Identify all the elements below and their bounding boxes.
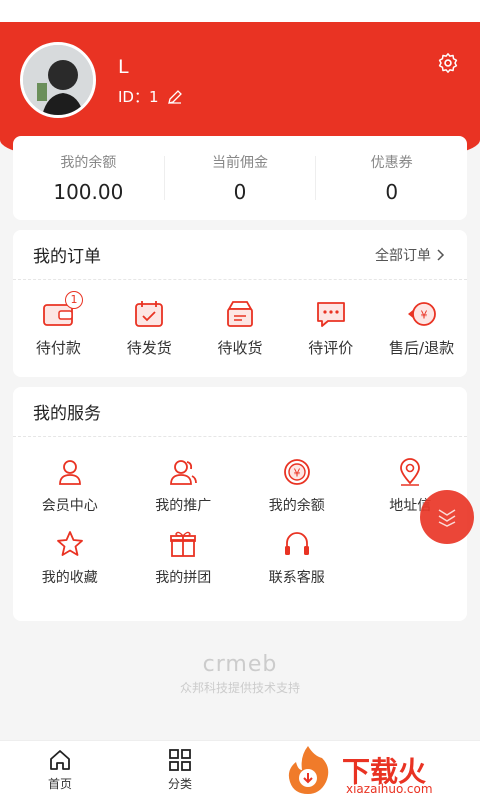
gift-icon <box>170 531 197 557</box>
service-member-center[interactable]: 会员中心 <box>13 457 127 515</box>
user-icon <box>58 460 81 485</box>
service-group-buy-label: 我的拼团 <box>155 570 212 586</box>
order-pending-shipment-label: 待发货 <box>126 338 172 357</box>
order-pending-receipt-label: 待收货 <box>217 338 263 357</box>
calendar-check-icon <box>135 300 164 327</box>
tab-category[interactable]: 分类 <box>120 741 240 800</box>
refund-icon: ¥ <box>407 301 436 326</box>
order-pending-payment[interactable]: 1 待付款 <box>13 290 104 358</box>
service-balance[interactable]: ¥ 我的余额 <box>240 457 354 515</box>
all-orders-label: 全部订单 <box>375 247 431 264</box>
service-customer-support[interactable]: 联系客服 <box>240 529 354 587</box>
service-member-center-label: 会员中心 <box>41 498 98 514</box>
commission-stat[interactable]: 当前佣金 0 <box>165 136 316 220</box>
order-pending-review[interactable]: 待评价 <box>285 299 376 358</box>
layers-chevron-icon <box>438 509 456 527</box>
coupon-stat[interactable]: 优惠券 0 <box>316 136 467 220</box>
svg-text:¥: ¥ <box>420 308 427 321</box>
services-title: 我的服务 <box>33 404 101 424</box>
order-pending-receipt[interactable]: 待收货 <box>195 299 286 358</box>
avatar[interactable] <box>20 42 96 118</box>
coupon-label: 优惠券 <box>370 155 413 171</box>
chevron-right-icon <box>437 248 445 261</box>
headset-icon <box>284 532 309 555</box>
service-customer-support-label: 联系客服 <box>268 570 325 586</box>
balance-stat[interactable]: 我的余额 100.00 <box>13 136 164 220</box>
user-id: ID：1 <box>118 86 183 107</box>
yuan-coin-icon: ¥ <box>283 459 310 485</box>
watermark-sub: xiazaihuo.com <box>346 782 433 796</box>
orders-header: 我的订单 全部订单 <box>13 230 467 280</box>
pending-payment-badge: 1 <box>65 290 83 309</box>
balance-value: 100.00 <box>53 180 124 204</box>
commission-value: 0 <box>233 180 247 204</box>
order-refund-label: 售后/退款 <box>389 338 455 357</box>
service-balance-label: 我的余额 <box>268 498 325 514</box>
floating-menu-button[interactable] <box>420 490 474 544</box>
username: L <box>118 56 129 78</box>
users-icon <box>170 460 198 485</box>
service-favorites-label: 我的收藏 <box>41 570 98 586</box>
tab-home[interactable]: 首页 <box>0 741 120 800</box>
services-card: 我的服务 会员中心 我的推广 ¥ 我的余额 地址信 我的收藏 我的拼团 联系客服 <box>13 387 467 621</box>
box-icon <box>227 300 253 327</box>
watermark: 下载火 xiazaihuo.com <box>280 740 480 800</box>
commission-label: 当前佣金 <box>212 155 268 171</box>
orders-title: 我的订单 <box>33 247 101 267</box>
svg-text:¥: ¥ <box>293 467 300 480</box>
service-group-buy[interactable]: 我的拼团 <box>127 529 241 587</box>
grid-icon <box>169 749 191 771</box>
edit-icon[interactable] <box>167 89 183 105</box>
services-header: 我的服务 <box>13 387 467 437</box>
home-icon <box>50 750 70 770</box>
flame-logo-icon <box>288 746 329 794</box>
service-favorites[interactable]: 我的收藏 <box>13 529 127 587</box>
service-promotion[interactable]: 我的推广 <box>127 457 241 515</box>
user-id-text: ID：1 <box>118 88 159 106</box>
wallet-card: 我的余额 100.00 当前佣金 0 优惠券 0 <box>13 136 467 220</box>
brand-footer: crmeb 众邦科技提供技术支持 <box>0 652 480 696</box>
balance-label: 我的余额 <box>60 155 117 171</box>
brand-logo: crmeb <box>202 652 278 677</box>
service-promotion-label: 我的推广 <box>155 498 212 514</box>
tab-home-label: 首页 <box>47 777 72 791</box>
comment-icon <box>316 301 345 327</box>
star-icon <box>56 531 83 556</box>
order-pending-payment-label: 待付款 <box>35 338 81 357</box>
all-orders-link[interactable]: 全部订单 <box>375 245 447 265</box>
tab-category-label: 分类 <box>167 777 192 791</box>
gear-icon[interactable] <box>437 52 459 74</box>
order-refund[interactable]: ¥ 售后/退款 <box>376 299 467 358</box>
location-pin-icon <box>400 458 421 486</box>
order-pending-review-label: 待评价 <box>308 338 354 357</box>
status-bar <box>0 0 480 22</box>
orders-card: 我的订单 全部订单 1 待付款 待发货 待收货 待评价 ¥ 售后/退款 <box>13 230 467 377</box>
order-pending-shipment[interactable]: 待发货 <box>104 299 195 358</box>
coupon-value: 0 <box>385 180 399 204</box>
brand-text: 众邦科技提供技术支持 <box>179 681 300 695</box>
